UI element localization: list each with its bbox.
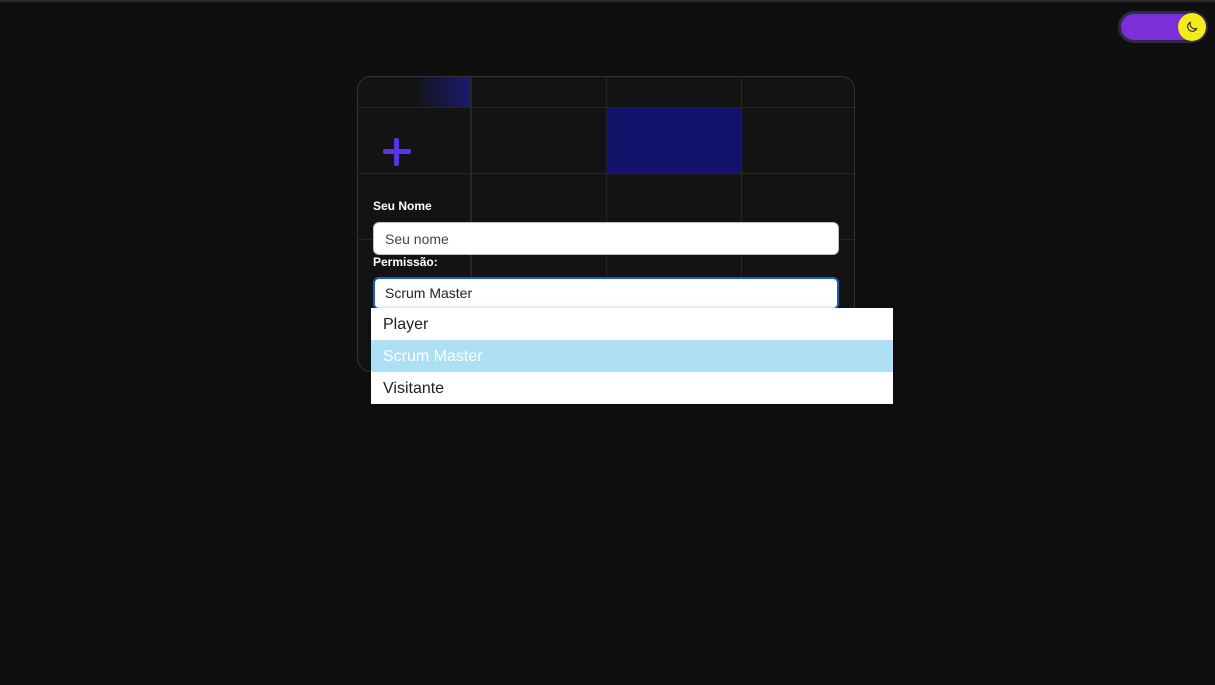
option-scrum-master[interactable]: Scrum Master [371, 340, 893, 372]
permission-dropdown-list: Player Scrum Master Visitante [371, 308, 893, 404]
option-visitante[interactable]: Visitante [371, 372, 893, 404]
theme-toggle-track [1121, 13, 1206, 41]
glow-cell [607, 108, 741, 173]
theme-toggle-knob[interactable] [1178, 13, 1206, 41]
plus-icon [382, 137, 412, 167]
option-player[interactable]: Player [371, 308, 893, 340]
theme-toggle[interactable] [1118, 11, 1208, 43]
page: Seu Nome Permissão: Scrum Master Player … [0, 0, 1215, 685]
top-strip [0, 0, 1215, 2]
permission-label: Permissão: [373, 255, 438, 269]
name-input[interactable] [373, 222, 839, 255]
moon-icon [1187, 21, 1198, 32]
glow-cell [420, 77, 470, 107]
grid-line [358, 173, 854, 174]
permission-select-value: Scrum Master [385, 285, 473, 301]
name-label: Seu Nome [373, 199, 432, 213]
permission-select[interactable]: Scrum Master [373, 277, 839, 310]
